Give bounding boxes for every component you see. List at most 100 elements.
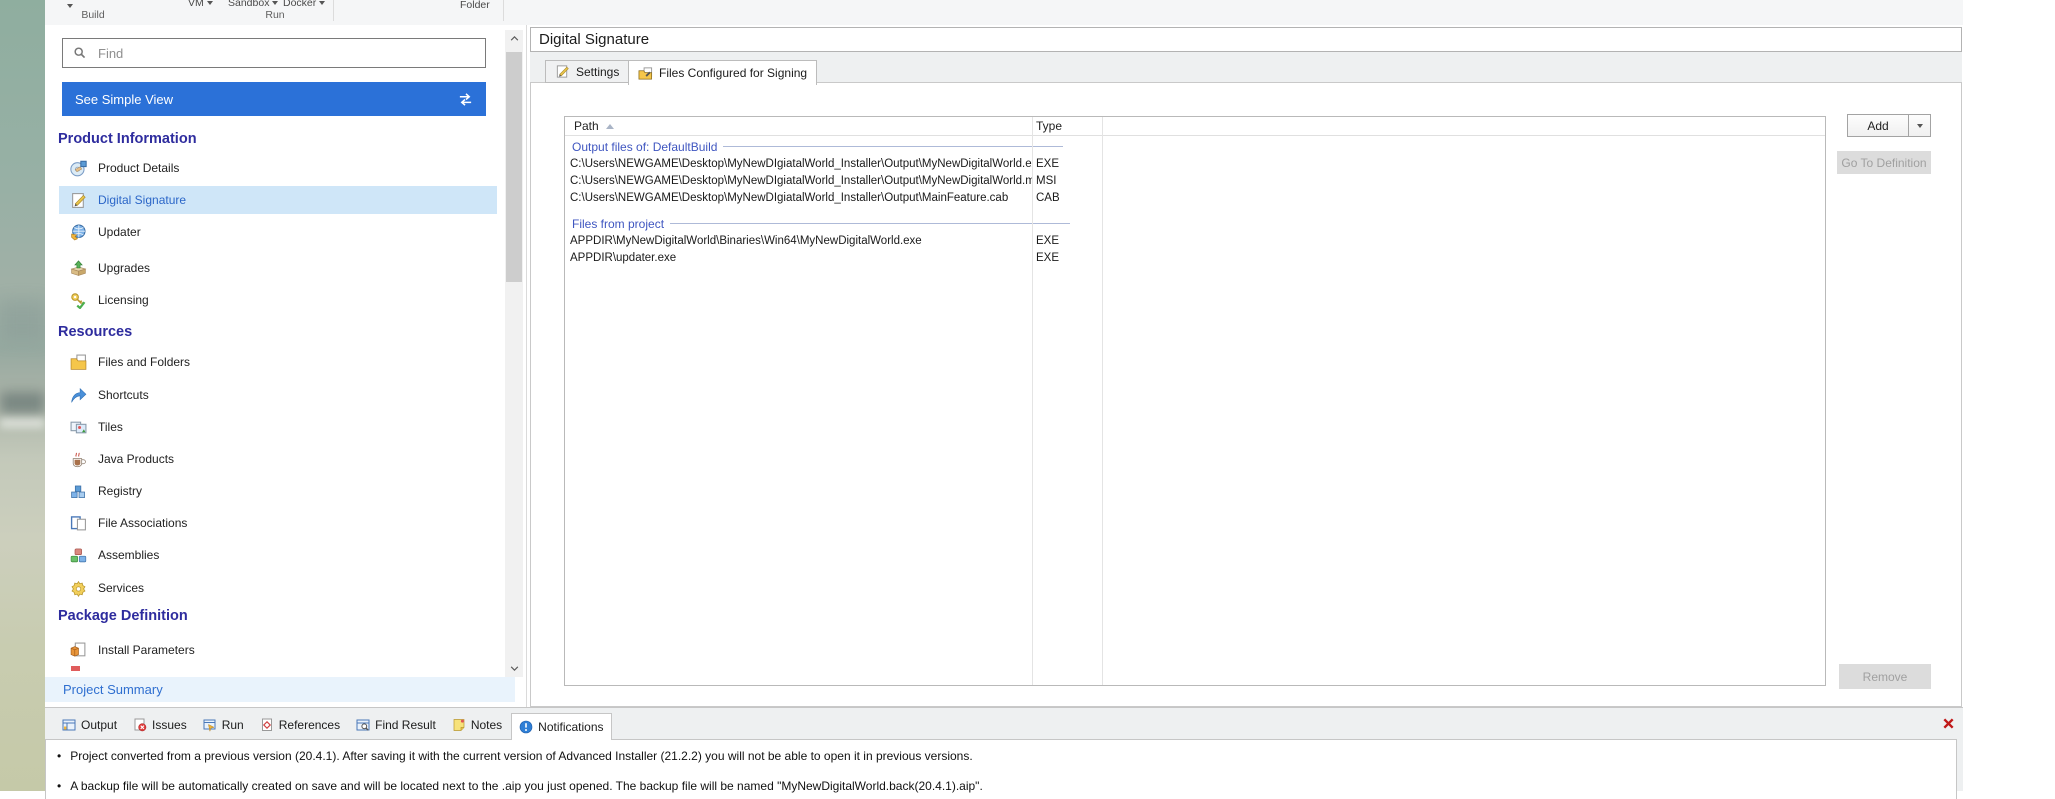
wallpaper-detail [0, 392, 45, 414]
tab-references[interactable]: References [253, 713, 347, 736]
docker-dropdown[interactable]: Docker [283, 0, 325, 9]
tab-files-configured-for-signing[interactable]: Files Configured for Signing [628, 60, 817, 85]
find-box [62, 38, 486, 68]
java-products-icon [70, 451, 87, 468]
sidebar-item-upgrades[interactable]: Upgrades [59, 254, 497, 282]
table-row[interactable]: C:\Users\NEWGAME\Desktop\MyNewDIgiatalWo… [565, 172, 1825, 189]
ribbon-group-run: Run [250, 9, 300, 21]
sidebar-scrollbar[interactable] [505, 30, 523, 677]
tab-output[interactable]: Output [55, 713, 124, 736]
page-title-bar: Digital Signature [530, 27, 1962, 52]
tab-settings[interactable]: Settings [545, 60, 629, 83]
sidebar-item-shortcuts[interactable]: Shortcuts [59, 381, 497, 409]
desktop-wallpaper [0, 0, 45, 791]
tab-content: Path Type Output files of: DefaultBuild … [530, 82, 1962, 707]
digital-signature-icon [70, 192, 87, 209]
chevron-down-icon [1917, 124, 1923, 128]
sidebar-item-services[interactable]: Services [59, 574, 497, 602]
tab-issues[interactable]: Issues [126, 713, 194, 736]
swap-arrows-icon [458, 92, 473, 107]
notification-message: • Project converted from a previous vers… [46, 749, 973, 763]
sidebar-item-java-products[interactable]: Java Products [59, 445, 497, 473]
table-row[interactable]: APPDIR\updater.exe EXE [565, 249, 1825, 266]
section-resources: Resources [58, 324, 132, 342]
search-icon [73, 46, 87, 60]
run-icon [203, 718, 217, 732]
remove-button[interactable]: Remove [1839, 664, 1931, 689]
notifications-icon [519, 720, 533, 734]
sidebar-item-registry[interactable]: Registry [59, 477, 497, 505]
shortcuts-icon [70, 387, 87, 404]
add-button[interactable]: Add [1847, 114, 1931, 137]
tab-run[interactable]: Run [196, 713, 251, 736]
scroll-down-icon[interactable] [505, 660, 523, 677]
output-icon [62, 718, 76, 732]
upgrades-icon [70, 260, 87, 277]
issues-icon [133, 718, 147, 732]
references-icon [260, 718, 274, 732]
type-column-header[interactable]: Type [1032, 119, 1102, 133]
sidebar-item-file-associations[interactable]: File Associations [59, 509, 497, 537]
tab-find-result[interactable]: Find Result [349, 713, 443, 736]
see-simple-view-button[interactable]: See Simple View [62, 82, 486, 116]
ribbon-divider [333, 0, 334, 21]
sidebar-item-product-details[interactable]: Product Details [59, 154, 497, 182]
table-row[interactable]: APPDIR\MyNewDigitalWorld\Binaries\Win64\… [565, 232, 1825, 249]
sidebar-item-tiles[interactable]: Tiles [59, 413, 497, 441]
find-result-icon [356, 718, 370, 732]
install-parameters-icon [70, 642, 87, 659]
bottom-panel: • Project converted from a previous vers… [45, 707, 1963, 791]
tab-notes[interactable]: Notes [445, 713, 509, 736]
add-dropdown-arrow[interactable] [1908, 115, 1930, 136]
group-header-files-from-project: Files from project [565, 215, 1825, 232]
page-title: Digital Signature [539, 31, 649, 48]
updater-icon [70, 224, 87, 241]
column-divider [1102, 117, 1103, 685]
registry-icon [70, 483, 87, 500]
sort-ascending-icon [606, 124, 614, 129]
scrollbar-thumb[interactable] [506, 52, 522, 282]
sidebar-item-assemblies[interactable]: Assemblies [59, 541, 497, 569]
wallpaper-detail [0, 418, 45, 428]
sidebar-item-install-parameters[interactable]: Install Parameters [59, 636, 497, 664]
tab-notifications[interactable]: Notifications [511, 713, 611, 740]
chevron-down-icon [272, 1, 278, 5]
screen: { "ribbon": { "build_group_label": "Buil… [0, 0, 2055, 791]
wallpaper-detail [0, 300, 45, 340]
assemblies-icon [70, 547, 87, 564]
chevron-down-icon [207, 1, 213, 5]
notifications-message-area: • Project converted from a previous vers… [45, 739, 1957, 799]
project-summary-label: Project Summary [63, 682, 163, 697]
group-header-output-files: Output files of: DefaultBuild [565, 138, 1825, 155]
see-simple-view-label: See Simple View [75, 92, 173, 107]
sidebar-item-files-and-folders[interactable]: Files and Folders [59, 348, 497, 376]
bottom-tab-bar: Output Issues Run References [55, 713, 612, 740]
services-icon [70, 580, 87, 597]
ribbon-group-build: Build [75, 9, 111, 21]
table-row[interactable]: C:\Users\NEWGAME\Desktop\MyNewDIgiatalWo… [565, 189, 1825, 206]
ribbon-divider [503, 0, 504, 21]
project-summary-bar[interactable]: Project Summary [45, 677, 515, 702]
sidebar-item-digital-signature[interactable]: Digital Signature [59, 186, 497, 214]
licensing-icon [70, 292, 87, 309]
ribbon-folder-button[interactable]: Folder [460, 0, 490, 11]
section-package-definition: Package Definition [58, 608, 188, 626]
build-split-caret-icon[interactable] [67, 4, 73, 8]
path-column-header[interactable]: Path [565, 119, 1032, 133]
sidebar: See Simple View Product Information Prod… [45, 25, 527, 707]
go-to-definition-button[interactable]: Go To Definition [1837, 151, 1931, 174]
sidebar-item-updater[interactable]: Updater [59, 218, 497, 246]
sidebar-item-licensing[interactable]: Licensing [59, 286, 497, 314]
column-divider [1032, 117, 1033, 685]
table-header-row: Path Type [565, 117, 1825, 136]
vm-dropdown[interactable]: VM [188, 0, 213, 9]
ribbon: Build VM Sandbox Docker Run Folder [45, 0, 1963, 26]
sandbox-dropdown[interactable]: Sandbox [228, 0, 278, 9]
scroll-up-icon[interactable] [505, 30, 523, 47]
files-and-folders-icon [70, 354, 87, 371]
folder-signing-tab-icon [638, 66, 653, 81]
files-table[interactable]: Path Type Output files of: DefaultBuild … [564, 116, 1826, 686]
find-input[interactable] [96, 45, 485, 62]
table-row[interactable]: C:\Users\NEWGAME\Desktop\MyNewDIgiatalWo… [565, 155, 1825, 172]
close-panel-icon[interactable] [1942, 717, 1956, 731]
